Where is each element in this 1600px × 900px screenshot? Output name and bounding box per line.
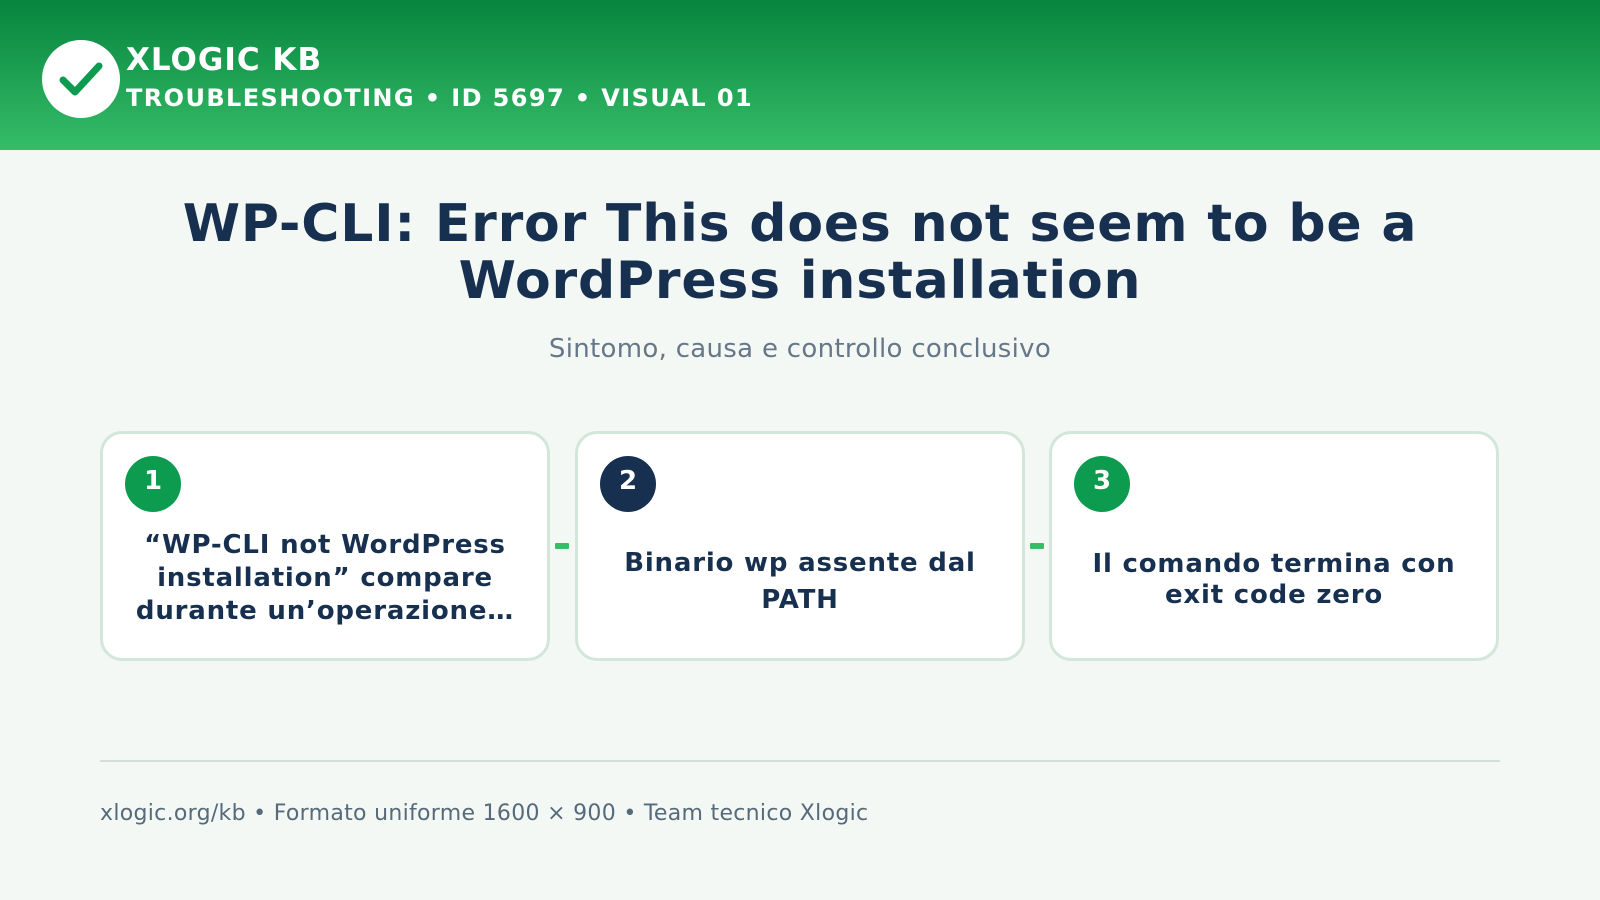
step-number-badge: 3 [1074,456,1130,512]
step-connector [1030,543,1044,549]
step-number-badge: 2 [600,456,656,512]
logo [42,40,120,118]
check-icon [59,62,103,96]
step-text: Binario wp assente dal PATH [624,548,976,615]
header-banner: XLOGIC KB TROUBLESHOOTING • ID 5697 • VI… [0,0,1600,150]
step-text: “WP-CLI not WordPress installation” comp… [135,530,515,626]
step-card-3: 3 Il comando termina con exit code zero [1049,431,1499,661]
footer-text: xlogic.org/kb • Formato uniforme 1600 × … [100,801,869,826]
step-connector [555,543,569,549]
step-text: Il comando termina con exit code zero [1092,549,1456,610]
footer-divider [100,760,1500,762]
page-subtitle: Sintomo, causa e controllo conclusivo [548,334,1052,364]
step-card-1: 1 “WP-CLI not WordPress installation” co… [100,431,550,661]
page-title: WP-CLI: Error This does not seem to be a… [182,194,1418,311]
step-card-2: 2 Binario wp assente dal PATH [575,431,1025,661]
brand-name: XLOGIC KB [126,42,323,78]
brand-subtitle: TROUBLESHOOTING • ID 5697 • VISUAL 01 [126,84,754,112]
step-number-badge: 1 [125,456,181,512]
